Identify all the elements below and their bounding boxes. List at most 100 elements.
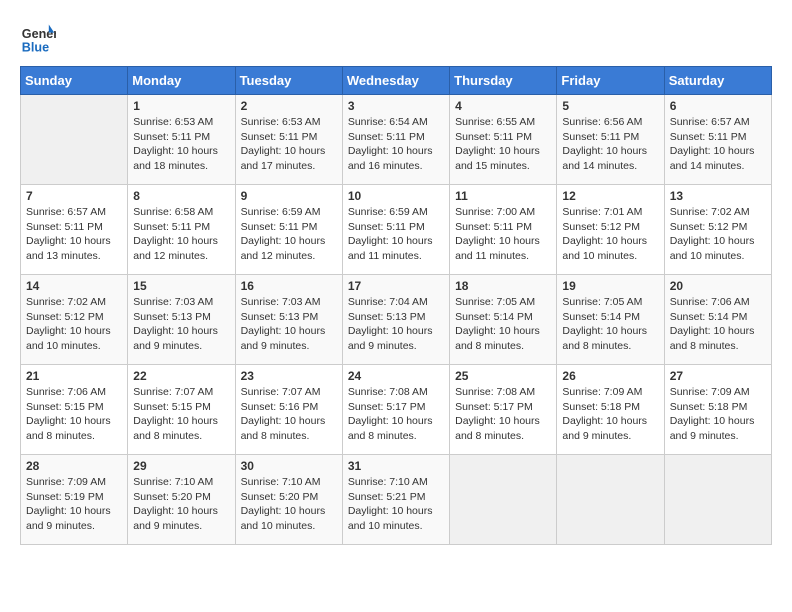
- calendar-week-4: 21 Sunrise: 7:06 AMSunset: 5:15 PMDayligh…: [21, 365, 772, 455]
- day-number: 26: [562, 369, 658, 383]
- day-info: Sunrise: 6:59 AMSunset: 5:11 PMDaylight:…: [241, 205, 337, 264]
- day-info: Sunrise: 7:02 AMSunset: 5:12 PMDaylight:…: [26, 295, 122, 354]
- day-number: 21: [26, 369, 122, 383]
- day-number: 12: [562, 189, 658, 203]
- day-number: 6: [670, 99, 766, 113]
- day-number: 10: [348, 189, 444, 203]
- day-number: 29: [133, 459, 229, 473]
- calendar-week-1: 1 Sunrise: 6:53 AMSunset: 5:11 PMDaylight…: [21, 95, 772, 185]
- day-info: Sunrise: 7:05 AMSunset: 5:14 PMDaylight:…: [562, 295, 658, 354]
- day-info: Sunrise: 7:10 AMSunset: 5:20 PMDaylight:…: [133, 475, 229, 534]
- calendar-day: 4 Sunrise: 6:55 AMSunset: 5:11 PMDaylight…: [450, 95, 557, 185]
- day-number: 3: [348, 99, 444, 113]
- calendar-day: 11Sunrise: 7:00 AMSunset: 5:11 PMDayligh…: [450, 185, 557, 275]
- calendar-header-tuesday: Tuesday: [235, 67, 342, 95]
- calendar-day: 14 Sunrise: 7:02 AMSunset: 5:12 PMDayligh…: [21, 275, 128, 365]
- calendar-day: 20 Sunrise: 7:06 AMSunset: 5:14 PMDayligh…: [664, 275, 771, 365]
- calendar-day: 28 Sunrise: 7:09 AMSunset: 5:19 PMDayligh…: [21, 455, 128, 545]
- calendar-day: 31 Sunrise: 7:10 AMSunset: 5:21 PMDayligh…: [342, 455, 449, 545]
- day-number: 18: [455, 279, 551, 293]
- day-number: 19: [562, 279, 658, 293]
- day-number: 30: [241, 459, 337, 473]
- calendar-day: 10 Sunrise: 6:59 AMSunset: 5:11 PMDayligh…: [342, 185, 449, 275]
- day-info: Sunrise: 6:57 AMSunset: 5:11 PMDaylight:…: [26, 205, 122, 264]
- calendar-week-3: 14 Sunrise: 7:02 AMSunset: 5:12 PMDayligh…: [21, 275, 772, 365]
- svg-text:Blue: Blue: [22, 41, 49, 55]
- day-number: 23: [241, 369, 337, 383]
- calendar-day: 1 Sunrise: 6:53 AMSunset: 5:11 PMDaylight…: [128, 95, 235, 185]
- calendar-header-sunday: Sunday: [21, 67, 128, 95]
- day-info: Sunrise: 7:10 AMSunset: 5:21 PMDaylight:…: [348, 475, 444, 534]
- day-number: 5: [562, 99, 658, 113]
- logo-icon: General Blue: [20, 20, 56, 56]
- calendar-day: 30 Sunrise: 7:10 AMSunset: 5:20 PMDayligh…: [235, 455, 342, 545]
- day-info: Sunrise: 7:01 AMSunset: 5:12 PMDaylight:…: [562, 205, 658, 264]
- day-number: 27: [670, 369, 766, 383]
- day-info: Sunrise: 6:55 AMSunset: 5:11 PMDaylight:…: [455, 115, 551, 174]
- calendar-day: 18 Sunrise: 7:05 AMSunset: 5:14 PMDayligh…: [450, 275, 557, 365]
- day-number: 1: [133, 99, 229, 113]
- day-number: 14: [26, 279, 122, 293]
- day-info: Sunrise: 6:56 AMSunset: 5:11 PMDaylight:…: [562, 115, 658, 174]
- calendar-day: 25Sunrise: 7:08 AMSunset: 5:17 PMDayligh…: [450, 365, 557, 455]
- day-number: 24: [348, 369, 444, 383]
- day-number: 11: [455, 189, 551, 203]
- calendar-day: 19 Sunrise: 7:05 AMSunset: 5:14 PMDayligh…: [557, 275, 664, 365]
- day-info: Sunrise: 7:07 AMSunset: 5:15 PMDaylight:…: [133, 385, 229, 444]
- calendar-day: [557, 455, 664, 545]
- page-header: General Blue: [20, 20, 772, 56]
- day-info: Sunrise: 7:10 AMSunset: 5:20 PMDaylight:…: [241, 475, 337, 534]
- calendar-table: SundayMondayTuesdayWednesdayThursdayFrid…: [20, 66, 772, 545]
- day-info: Sunrise: 6:53 AMSunset: 5:11 PMDaylight:…: [241, 115, 337, 174]
- calendar-day: 22Sunrise: 7:07 AMSunset: 5:15 PMDayligh…: [128, 365, 235, 455]
- calendar-day: 3Sunrise: 6:54 AMSunset: 5:11 PMDaylight…: [342, 95, 449, 185]
- calendar-day: 12 Sunrise: 7:01 AMSunset: 5:12 PMDayligh…: [557, 185, 664, 275]
- day-info: Sunrise: 7:06 AMSunset: 5:14 PMDaylight:…: [670, 295, 766, 354]
- day-info: Sunrise: 7:09 AMSunset: 5:18 PMDaylight:…: [670, 385, 766, 444]
- day-number: 4: [455, 99, 551, 113]
- day-info: Sunrise: 7:05 AMSunset: 5:14 PMDaylight:…: [455, 295, 551, 354]
- day-info: Sunrise: 7:09 AMSunset: 5:19 PMDaylight:…: [26, 475, 122, 534]
- day-info: Sunrise: 7:06 AMSunset: 5:15 PMDaylight:…: [26, 385, 122, 444]
- calendar-header-thursday: Thursday: [450, 67, 557, 95]
- day-number: 2: [241, 99, 337, 113]
- calendar-day: [21, 95, 128, 185]
- day-number: 28: [26, 459, 122, 473]
- calendar-day: [664, 455, 771, 545]
- day-info: Sunrise: 6:57 AMSunset: 5:11 PMDaylight:…: [670, 115, 766, 174]
- day-number: 16: [241, 279, 337, 293]
- calendar-day: 27 Sunrise: 7:09 AMSunset: 5:18 PMDayligh…: [664, 365, 771, 455]
- day-number: 20: [670, 279, 766, 293]
- day-number: 31: [348, 459, 444, 473]
- day-number: 8: [133, 189, 229, 203]
- day-info: Sunrise: 6:53 AMSunset: 5:11 PMDaylight:…: [133, 115, 229, 174]
- calendar-week-2: 7 Sunrise: 6:57 AMSunset: 5:11 PMDaylight…: [21, 185, 772, 275]
- calendar-header-wednesday: Wednesday: [342, 67, 449, 95]
- day-info: Sunrise: 6:58 AMSunset: 5:11 PMDaylight:…: [133, 205, 229, 264]
- day-number: 15: [133, 279, 229, 293]
- calendar-day: 21 Sunrise: 7:06 AMSunset: 5:15 PMDayligh…: [21, 365, 128, 455]
- calendar-day: 9 Sunrise: 6:59 AMSunset: 5:11 PMDaylight…: [235, 185, 342, 275]
- day-info: Sunrise: 7:03 AMSunset: 5:13 PMDaylight:…: [241, 295, 337, 354]
- logo: General Blue: [20, 20, 56, 56]
- calendar-day: 15 Sunrise: 7:03 AMSunset: 5:13 PMDayligh…: [128, 275, 235, 365]
- calendar-header-row: SundayMondayTuesdayWednesdayThursdayFrid…: [21, 67, 772, 95]
- day-info: Sunrise: 7:09 AMSunset: 5:18 PMDaylight:…: [562, 385, 658, 444]
- day-info: Sunrise: 7:04 AMSunset: 5:13 PMDaylight:…: [348, 295, 444, 354]
- day-number: 9: [241, 189, 337, 203]
- calendar-day: 17Sunrise: 7:04 AMSunset: 5:13 PMDayligh…: [342, 275, 449, 365]
- calendar-day: 26 Sunrise: 7:09 AMSunset: 5:18 PMDayligh…: [557, 365, 664, 455]
- calendar-day: 8 Sunrise: 6:58 AMSunset: 5:11 PMDaylight…: [128, 185, 235, 275]
- calendar-day: 5 Sunrise: 6:56 AMSunset: 5:11 PMDaylight…: [557, 95, 664, 185]
- calendar-header-monday: Monday: [128, 67, 235, 95]
- day-number: 13: [670, 189, 766, 203]
- day-info: Sunrise: 7:03 AMSunset: 5:13 PMDaylight:…: [133, 295, 229, 354]
- day-number: 25: [455, 369, 551, 383]
- day-info: Sunrise: 7:07 AMSunset: 5:16 PMDaylight:…: [241, 385, 337, 444]
- day-number: 7: [26, 189, 122, 203]
- calendar-day: 7 Sunrise: 6:57 AMSunset: 5:11 PMDaylight…: [21, 185, 128, 275]
- calendar-day: 29 Sunrise: 7:10 AMSunset: 5:20 PMDayligh…: [128, 455, 235, 545]
- day-info: Sunrise: 6:59 AMSunset: 5:11 PMDaylight:…: [348, 205, 444, 264]
- calendar-day: 2 Sunrise: 6:53 AMSunset: 5:11 PMDaylight…: [235, 95, 342, 185]
- calendar-day: 24Sunrise: 7:08 AMSunset: 5:17 PMDayligh…: [342, 365, 449, 455]
